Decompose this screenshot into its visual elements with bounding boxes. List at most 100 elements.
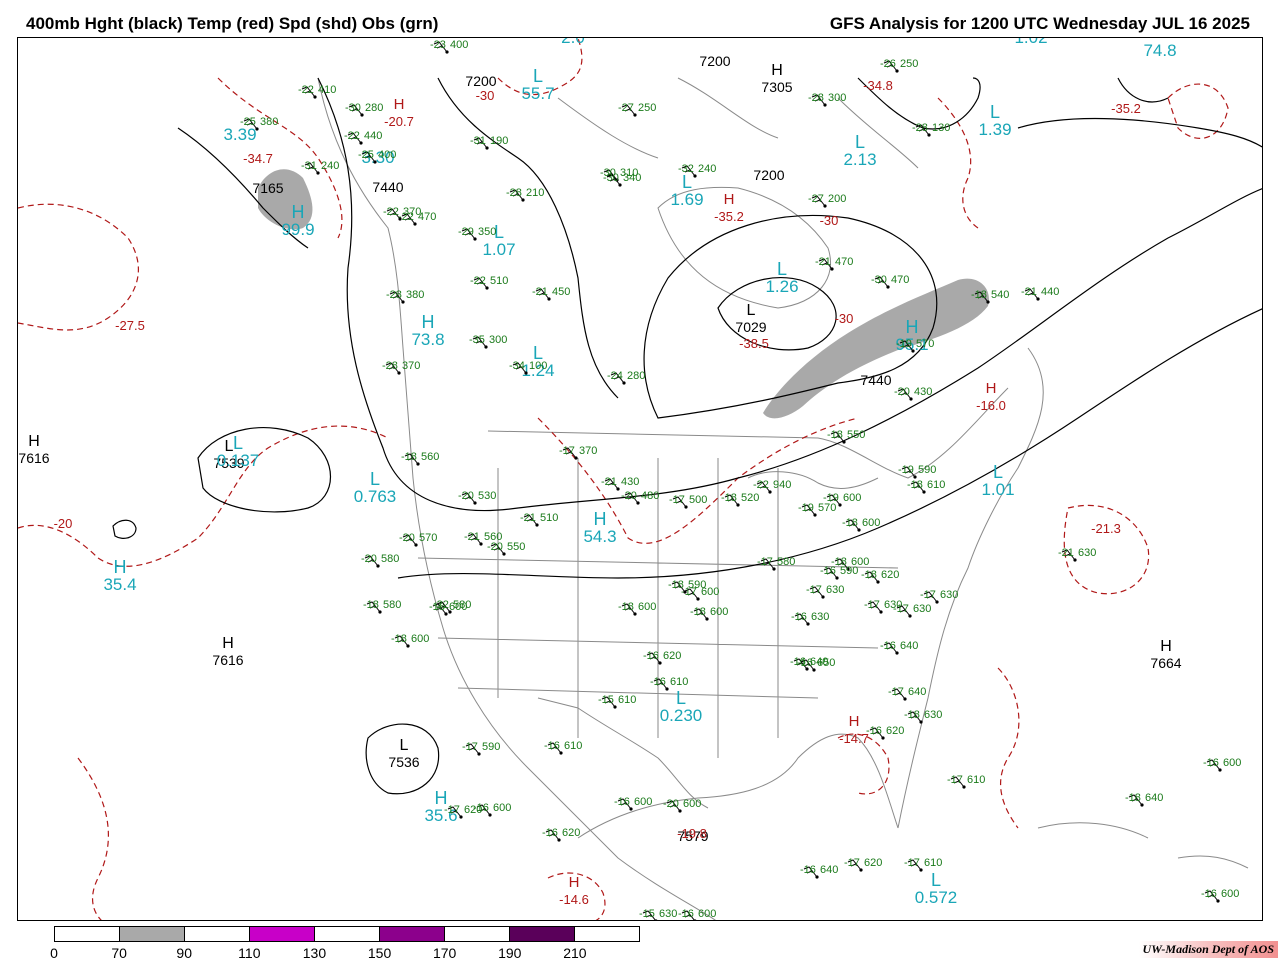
station-temp: -28	[912, 122, 928, 134]
temp-extremum-0-value: -27.5	[115, 318, 145, 333]
station-obs-32[interactable]: -16 620	[542, 827, 580, 842]
station-height: 470	[835, 256, 853, 268]
station-obs-74[interactable]: -21 450	[532, 286, 570, 301]
station-height: 100	[529, 360, 547, 372]
station-obs-88[interactable]: -22 410	[298, 84, 336, 99]
temp-extremum-12-value: -30	[476, 88, 495, 103]
station-obs-11[interactable]: -16 640	[880, 640, 918, 655]
station-obs-18[interactable]: -17 630	[806, 584, 844, 599]
station-obs-38[interactable]: -18 600	[391, 633, 429, 648]
station-height: 380	[406, 289, 424, 301]
speed-extremum-6-letter: L	[931, 870, 941, 890]
legend-tick-3: 110	[238, 945, 261, 961]
station-obs-30[interactable]: -16 600	[614, 796, 652, 811]
station-obs-1[interactable]: -16 600	[1203, 757, 1241, 772]
speed-extremum-12-value: 2.13	[843, 150, 876, 169]
station-obs-66[interactable]: -30 470	[871, 274, 909, 289]
weather-map[interactable]: H 7616 L 7539 H 7616 L 7536 L 7029 H 7305 H 7664 7579 7…	[17, 37, 1263, 921]
station-obs-70[interactable]: -35 300	[469, 334, 507, 349]
speed-extremum-7-letter: L	[993, 462, 1003, 482]
station-obs-83[interactable]: -28 300	[808, 92, 846, 107]
station-obs-67[interactable]: -21 470	[815, 256, 853, 271]
station-temp: -16	[880, 640, 896, 652]
station-obs-71[interactable]: -28 370	[382, 360, 420, 375]
station-temp: -28	[386, 289, 402, 301]
jet-streak-northeast	[763, 278, 989, 419]
station-temp: -21	[1058, 547, 1074, 559]
station-obs-42[interactable]: -20 580	[361, 553, 399, 568]
station-obs-80[interactable]: -27 200	[808, 193, 846, 208]
station-obs-49[interactable]: -17 370	[559, 445, 597, 460]
station-obs-3[interactable]: -16 600	[1201, 888, 1239, 903]
station-obs-53[interactable]: -18 520	[721, 492, 759, 507]
station-obs-50[interactable]: -21 430	[601, 476, 639, 491]
station-obs-48[interactable]: -18 560	[401, 451, 439, 466]
station-obs-25[interactable]: -18 600	[618, 601, 656, 616]
station-temp: -22	[470, 275, 486, 287]
station-temp: -16	[1203, 757, 1219, 769]
station-height: 600	[634, 796, 652, 808]
station-obs-55[interactable]: -19 570	[798, 502, 836, 517]
station-obs-14[interactable]: -17 630	[920, 589, 958, 604]
station-temp: -21	[1021, 286, 1037, 298]
station-obs-13[interactable]: -17 630	[893, 603, 931, 618]
station-obs-86[interactable]: -30 280	[345, 102, 383, 117]
station-obs-77[interactable]: -28 210	[506, 187, 544, 202]
station-obs-73[interactable]: -22 510	[470, 275, 508, 290]
station-obs-21[interactable]: -17 580	[757, 556, 795, 571]
station-obs-12[interactable]: -17 640	[888, 686, 926, 701]
station-obs-4[interactable]: -16 640	[800, 864, 838, 879]
station-obs-47[interactable]: -21 510	[520, 512, 558, 527]
station-obs-82[interactable]: -26 250	[880, 58, 918, 73]
station-height: 650	[817, 657, 835, 669]
station-obs-39[interactable]: -18 580	[363, 599, 401, 614]
station-obs-84[interactable]: -27 250	[618, 102, 656, 117]
station-obs-0[interactable]: -21 630	[1058, 547, 1096, 562]
station-obs-75[interactable]: -29 350	[458, 226, 496, 241]
station-height: 440	[1041, 286, 1059, 298]
station-height: 500	[689, 494, 707, 506]
station-obs-5[interactable]: -17 620	[844, 857, 882, 872]
station-obs-29[interactable]: -16 610	[544, 740, 582, 755]
station-obs-45[interactable]: -20 550	[487, 541, 525, 556]
station-obs-34[interactable]: -15 630	[639, 908, 677, 921]
station-obs-20[interactable]: -16 590	[820, 565, 858, 580]
station-obs-46[interactable]: -20 530	[458, 490, 496, 505]
station-obs-26[interactable]: -16 620	[643, 650, 681, 665]
height-center-13-value: 7165	[252, 180, 283, 196]
station-obs-43[interactable]: -20 570	[399, 532, 437, 547]
station-obs-16[interactable]: -16 650	[797, 657, 835, 672]
station-obs-90[interactable]: -31 240	[301, 160, 339, 175]
station-obs-35[interactable]: -16 600	[678, 908, 716, 921]
station-temp: -24	[607, 370, 623, 382]
station-obs-94[interactable]: -23 400	[430, 39, 468, 54]
station-obs-7[interactable]: -17 610	[947, 774, 985, 789]
station-obs-52[interactable]: -17 500	[669, 494, 707, 509]
station-obs-51[interactable]: -20 480	[621, 490, 659, 505]
station-temp: -28	[382, 360, 398, 372]
station-obs-72[interactable]: -28 380	[386, 289, 424, 304]
station-obs-24[interactable]: -18 600	[690, 606, 728, 621]
station-obs-68[interactable]: -24 280	[607, 370, 645, 385]
station-obs-27[interactable]: -15 610	[598, 694, 636, 709]
station-height: 450	[552, 286, 570, 298]
station-obs-78[interactable]: -30 340	[603, 172, 641, 187]
station-height: 600	[1221, 888, 1239, 900]
station-obs-65[interactable]: -21 440	[1021, 286, 1059, 301]
station-obs-81[interactable]: -28 130	[912, 122, 950, 137]
station-height: 580	[453, 599, 471, 611]
legend-band-2	[185, 927, 250, 941]
speed-extremum-21-value: 1.02	[1014, 38, 1047, 47]
station-obs-93[interactable]: -22 470	[398, 211, 436, 226]
station-obs-17[interactable]: -16 630	[791, 611, 829, 626]
station-obs-31[interactable]: -20 600	[663, 798, 701, 813]
station-obs-87[interactable]: -22 440	[344, 130, 382, 145]
station-obs-2[interactable]: -18 640	[1125, 792, 1163, 807]
station-obs-9[interactable]: -18 630	[904, 709, 942, 724]
station-obs-60[interactable]: -18 610	[907, 479, 945, 494]
station-obs-8[interactable]: -16 620	[866, 725, 904, 740]
station-obs-36[interactable]: -17 590	[462, 741, 500, 756]
chart-title-left: 400mb Hght (black) Temp (red) Spd (shd) …	[26, 14, 439, 33]
station-height: 580	[383, 599, 401, 611]
station-obs-58[interactable]: -18 620	[861, 569, 899, 584]
